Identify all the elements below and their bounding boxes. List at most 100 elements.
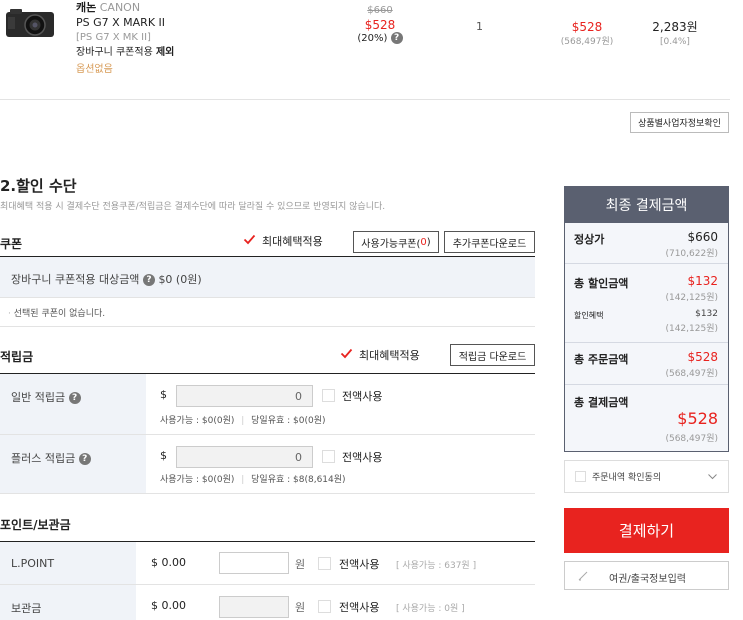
- order-agree-dropdown[interactable]: 주문내역 확인동의: [564, 460, 729, 493]
- general-reserve-input[interactable]: 0: [176, 385, 313, 407]
- product-code: [PS G7 X MK II]: [76, 32, 151, 43]
- payment-total-value: $528: [677, 409, 718, 428]
- total-price-won: (568,497원): [560, 37, 614, 47]
- deposit-all-use-checkbox[interactable]: [318, 600, 331, 613]
- regular-price-won: (710,622원): [665, 249, 718, 259]
- reserve-max-benefit-checkbox[interactable]: [340, 347, 353, 363]
- coupon-note: 장바구니 쿠폰적용: [76, 47, 153, 58]
- discount-total-won: (142,125원): [665, 293, 718, 303]
- total-price-cell: $528 (568,497원): [547, 20, 627, 50]
- cart-coupon-info: 장바구니 쿠폰적용 대상금액 ? $0 (0원): [11, 271, 202, 287]
- order-agree-checkbox[interactable]: [575, 471, 586, 482]
- divider: [0, 493, 535, 494]
- general-reserve-label-text: 일반 적립금: [11, 391, 66, 404]
- passport-info-button[interactable]: 여권/출국정보입력: [564, 561, 729, 590]
- camera-icon: [6, 9, 54, 37]
- available-coupon-text: 사용가능쿠폰(: [361, 238, 421, 250]
- lpoint-all-use-label[interactable]: 전액사용: [339, 556, 379, 572]
- help-icon[interactable]: ?: [78, 453, 91, 465]
- no-coupon-text: 선택된 쿠폰이 없습니다.: [13, 309, 106, 319]
- product-info: 캐논 CANON PS G7 X MARK II [PS G7 X MK II]…: [76, 0, 174, 77]
- order-agree-label[interactable]: 주문내역 확인동의: [592, 470, 661, 483]
- coupon-note-bold: 제외: [155, 47, 175, 58]
- coupon-max-benefit-checkbox[interactable]: [243, 233, 256, 249]
- total-price: $528: [571, 20, 603, 34]
- lpoint-available: [ 사용가능 : 637원 ]: [396, 561, 477, 571]
- cart-coupon-label: 장바구니 쿠폰적용 대상금액: [11, 273, 140, 286]
- plus-reserve-label: 플러스 적립금 ?: [11, 450, 91, 466]
- lpoint-unit: 원: [295, 558, 306, 571]
- plus-reserve-expiring: 당일유효 : $8(8,614원): [251, 475, 346, 485]
- benefit-won: (142,125원): [665, 324, 718, 334]
- original-price: $660: [367, 5, 393, 16]
- coupon-download-button[interactable]: 추가쿠폰다운로드: [444, 231, 535, 253]
- order-total-value: $528: [687, 350, 718, 364]
- deposit-unit: 원: [295, 601, 306, 614]
- product-brand-en: CANON: [99, 1, 141, 14]
- reserve-label: 적립금: [0, 350, 34, 364]
- plus-reserve-all-use-checkbox[interactable]: [322, 450, 335, 463]
- general-reserve-label: 일반 적립금 ?: [11, 389, 81, 405]
- general-reserve-status: 사용가능 : $0(0원) | 당일유효 : $0(0원): [160, 416, 326, 426]
- lpoint-all-use-checkbox[interactable]: [318, 557, 331, 570]
- plus-reserve-available: 사용가능 : $0(0원): [160, 475, 235, 485]
- discount-total-value: $132: [687, 274, 718, 288]
- available-coupon-button[interactable]: 사용가능쿠폰(0): [353, 231, 439, 253]
- passport-info-label: 여권/출국정보입력: [609, 574, 686, 585]
- regular-price-value: $660: [687, 230, 718, 244]
- section-note: 최대혜택 적용 시 결제수단 전용쿠폰/적립금은 결제수단에 따라 달라질 수 …: [0, 202, 386, 212]
- discount-total-label: 총 할인금액: [574, 277, 629, 290]
- deposit-input[interactable]: [219, 596, 289, 618]
- general-reserve-available: 사용가능 : $0(0원): [160, 416, 235, 426]
- coupon-max-benefit-label[interactable]: 최대혜택적용: [262, 233, 323, 249]
- plus-reserve-all-use-label[interactable]: 전액사용: [342, 449, 382, 465]
- currency-symbol: $: [160, 449, 167, 462]
- reserve-max-benefit-label[interactable]: 최대혜택적용: [359, 347, 420, 363]
- deposit-all-use-label[interactable]: 전액사용: [339, 599, 379, 615]
- general-reserve-expiring: 당일유효 : $0(0원): [251, 416, 326, 426]
- deposit-label: 보관금: [11, 602, 42, 615]
- plus-reserve-input[interactable]: 0: [176, 446, 313, 468]
- no-coupon-message: · 선택된 쿠폰이 없습니다.: [8, 309, 106, 319]
- regular-price-label: 정상가: [574, 233, 605, 246]
- lpoint-label: L.POINT: [11, 557, 55, 570]
- pay-button[interactable]: 결제하기: [564, 508, 729, 553]
- divider: [0, 99, 730, 100]
- product-thumbnail[interactable]: [4, 8, 56, 38]
- order-total-label: 총 주문금액: [574, 353, 629, 366]
- lpoint-input[interactable]: [219, 552, 289, 574]
- cart-coupon-value: $0 (0원): [158, 273, 202, 286]
- reserve-download-button[interactable]: 적립금 다운로드: [450, 344, 535, 366]
- points-section-label: 포인트/보관금: [0, 518, 71, 532]
- help-icon[interactable]: ?: [68, 392, 81, 404]
- checkmark-icon: [243, 234, 256, 245]
- general-reserve-all-use-checkbox[interactable]: [322, 389, 335, 402]
- help-icon[interactable]: ?: [142, 274, 155, 286]
- plus-reserve-status: 사용가능 : $0(0원) | 당일유효 : $8(8,614원): [160, 475, 346, 485]
- help-icon[interactable]: ?: [390, 32, 403, 44]
- checkmark-icon: [340, 348, 353, 359]
- lpoint-amount: $ 0.00: [151, 556, 186, 569]
- sale-price: $528: [364, 18, 396, 32]
- general-reserve-all-use-label[interactable]: 전액사용: [342, 388, 382, 404]
- payment-total-label: 총 결제금액: [574, 396, 629, 409]
- benefit-value: $132: [695, 309, 718, 319]
- points-value: 2,283원: [652, 20, 698, 34]
- divider: [565, 384, 728, 385]
- product-brand-ko: 캐논: [76, 1, 97, 14]
- coupon-label: 쿠폰: [0, 237, 23, 251]
- price-cell: $660 $528 (20%) ?: [340, 4, 420, 46]
- business-info-button[interactable]: 상품별사업자정보확인: [630, 112, 729, 133]
- divider: [565, 263, 728, 264]
- summary-title: 최종 결제금액: [565, 187, 728, 223]
- points-rate: [0.4%]: [660, 37, 690, 47]
- points-cell: 2,283원 [0.4%]: [640, 20, 710, 50]
- product-name[interactable]: PS G7 X MARK II: [76, 15, 174, 30]
- discount-rate: (20%): [357, 33, 388, 44]
- currency-symbol: $: [160, 388, 167, 401]
- divider: [0, 326, 535, 327]
- deposit-available: [ 사용가능 : 0원 ]: [396, 604, 465, 614]
- section-title: 2.할인 수단: [0, 177, 77, 195]
- payment-total-won: (568,497원): [665, 434, 718, 444]
- pencil-icon: [578, 571, 588, 581]
